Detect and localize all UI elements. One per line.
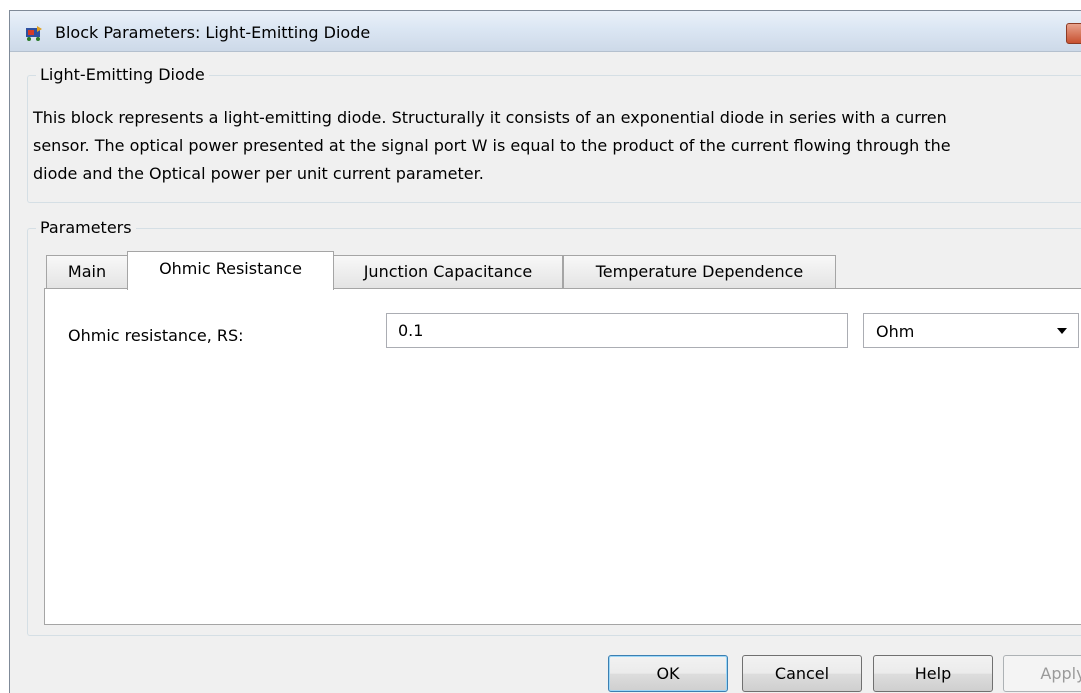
block-group-title: Light-Emitting Diode: [36, 65, 209, 84]
description-line: diode and the Optical power per unit cur…: [33, 164, 484, 183]
parameters-group-title: Parameters: [36, 218, 136, 237]
close-button[interactable]: [1066, 23, 1081, 44]
ok-button[interactable]: OK: [608, 655, 728, 692]
window-title: Block Parameters: Light-Emitting Diode: [55, 23, 371, 42]
block-description: This block represents a light-emitting d…: [33, 104, 1081, 188]
chevron-down-icon: [1057, 328, 1067, 334]
unit-value: Ohm: [876, 322, 915, 341]
tab-temperature-dependence[interactable]: Temperature Dependence: [563, 255, 836, 289]
cancel-button[interactable]: Cancel: [742, 655, 862, 692]
description-line: This block represents a light-emitting d…: [33, 108, 947, 127]
title-bar[interactable]: Block Parameters: Light-Emitting Diode: [10, 11, 1081, 52]
ohmic-resistance-panel: Ohmic resistance, RS: 0.1 Ohm: [44, 288, 1081, 625]
tab-main[interactable]: Main: [46, 255, 128, 289]
apply-button[interactable]: Apply: [1003, 655, 1081, 692]
description-line: sensor. The optical power presented at t…: [33, 136, 951, 155]
ohmic-resistance-unit-select[interactable]: Ohm: [863, 313, 1079, 348]
ohmic-resistance-input[interactable]: 0.1: [386, 313, 848, 348]
ohmic-resistance-label: Ohmic resistance, RS:: [68, 326, 244, 345]
simulink-block-icon: [26, 26, 42, 41]
tab-junction-capacitance[interactable]: Junction Capacitance: [333, 255, 563, 289]
dialog-body: Light-Emitting Diode This block represen…: [10, 52, 1081, 693]
tab-ohmic-resistance[interactable]: Ohmic Resistance: [127, 251, 334, 290]
block-parameters-dialog: Block Parameters: Light-Emitting Diode L…: [9, 10, 1081, 693]
help-button[interactable]: Help: [873, 655, 993, 692]
